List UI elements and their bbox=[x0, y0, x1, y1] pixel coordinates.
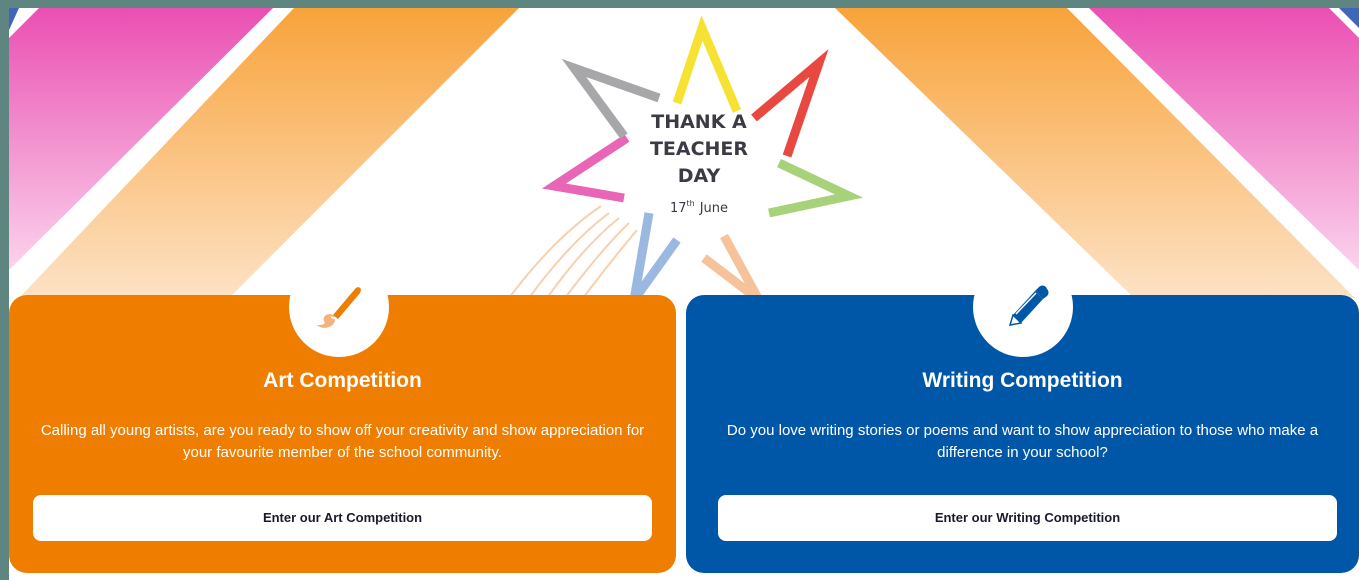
star-point-bottom bbox=[629, 212, 681, 303]
art-card-description: Calling all young artists, are you ready… bbox=[40, 422, 645, 461]
page-frame: THANK A TEACHER DAY 17th June Art Competi… bbox=[9, 8, 1359, 580]
star-point-top bbox=[672, 15, 742, 113]
art-card-title: Art Competition bbox=[263, 369, 422, 392]
star-point-left bbox=[541, 134, 630, 203]
writing-card-description: Do you love writing stories or poems and… bbox=[726, 422, 1319, 461]
art-competition-card: Art Competition Calling all young artist… bbox=[9, 257, 676, 573]
enter-writing-competition-button[interactable]: Enter our Writing Competition bbox=[718, 495, 1337, 541]
pencil-icon bbox=[1008, 285, 1049, 326]
writing-badge bbox=[973, 257, 1073, 357]
writing-card-title: Writing Competition bbox=[922, 369, 1123, 392]
star-point-lower-right bbox=[701, 233, 763, 304]
logo-date: 17th June bbox=[670, 199, 728, 216]
paintbrush-icon bbox=[317, 287, 361, 328]
art-badge bbox=[289, 257, 389, 357]
star-point-right bbox=[768, 158, 864, 218]
logo-line-3: DAY bbox=[678, 165, 721, 187]
star-point-upper-right bbox=[751, 49, 829, 158]
star-point-upper-left bbox=[561, 58, 661, 139]
logo-date-day: 17 bbox=[670, 201, 687, 216]
logo-line-2: TEACHER bbox=[650, 138, 748, 160]
enter-art-competition-button[interactable]: Enter our Art Competition bbox=[33, 495, 652, 541]
logo-line-1: THANK A bbox=[651, 111, 747, 133]
writing-competition-card: Writing Competition Do you love writing … bbox=[686, 257, 1359, 573]
logo-date-month: June bbox=[699, 201, 728, 216]
logo-date-suffix: th bbox=[687, 199, 695, 208]
